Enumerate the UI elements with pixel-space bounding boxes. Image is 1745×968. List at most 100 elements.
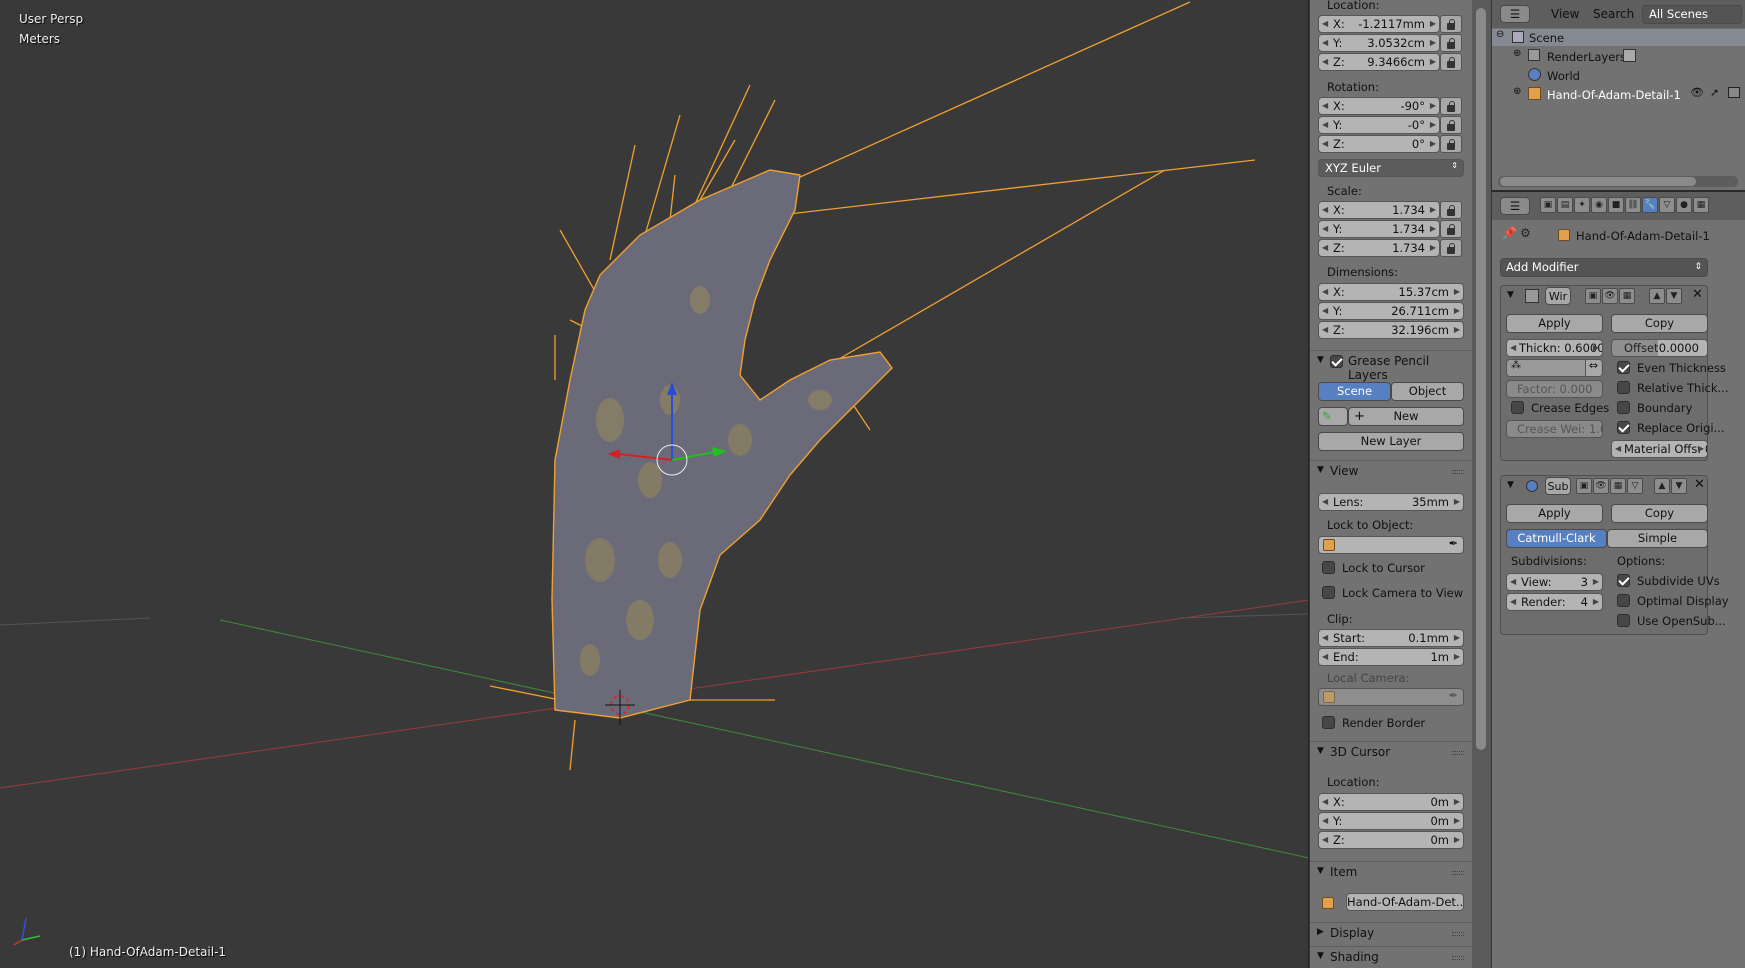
- scrollbar-thumb[interactable]: [1500, 177, 1696, 186]
- move-up-icon[interactable]: ▲: [1649, 288, 1665, 304]
- simple-tab[interactable]: Simple: [1607, 529, 1708, 548]
- shading-panel-header[interactable]: ▼ Shading: [1310, 946, 1472, 968]
- outliner-row-world[interactable]: World: [1492, 66, 1745, 84]
- relative-thickness-checkbox[interactable]: [1617, 381, 1630, 394]
- lock-icon[interactable]: [1440, 116, 1462, 134]
- scale-y-field[interactable]: ◀ Y: 1.734 ▶: [1318, 220, 1440, 238]
- eyedropper-icon[interactable]: ✒: [1449, 537, 1458, 550]
- data-tab-icon[interactable]: ▽: [1659, 197, 1675, 213]
- lock-icon[interactable]: [1440, 34, 1462, 52]
- item-panel-header[interactable]: ▼ Item: [1310, 861, 1472, 883]
- lock-camera-checkbox[interactable]: [1322, 586, 1335, 599]
- optimal-display-checkbox[interactable]: [1617, 594, 1630, 607]
- scene-filter-select[interactable]: All Scenes: [1642, 5, 1742, 24]
- eye-icon[interactable]: 👁: [1602, 288, 1618, 304]
- lock-icon[interactable]: [1440, 220, 1462, 238]
- scale-z-field[interactable]: ◀ Z: 1.734 ▶: [1318, 239, 1440, 257]
- pencil-icon[interactable]: ✎: [1318, 407, 1348, 426]
- lock-icon[interactable]: [1440, 97, 1462, 115]
- modifier-name-field[interactable]: Sub: [1545, 477, 1571, 495]
- copy-button[interactable]: Copy: [1611, 314, 1708, 333]
- location-y-field[interactable]: ◀ Y: 3.0532cm ▶: [1318, 34, 1440, 52]
- lock-icon[interactable]: [1440, 201, 1462, 219]
- lock-object-field[interactable]: ✒: [1318, 536, 1464, 554]
- add-modifier-select[interactable]: Add Modifier ⇕: [1500, 258, 1708, 277]
- eye-icon[interactable]: 👁: [1593, 478, 1609, 494]
- scene-tab-icon[interactable]: ✦: [1574, 197, 1590, 213]
- constraints-tab-icon[interactable]: ⛓: [1625, 197, 1641, 213]
- view-panel-header[interactable]: ▼ View: [1310, 460, 1472, 482]
- subdiv-render-field[interactable]: ◀ Render: 4 ▶: [1506, 593, 1603, 611]
- scrollbar-thumb[interactable]: [1476, 8, 1486, 750]
- modifier-name-field[interactable]: Wir: [1545, 287, 1571, 305]
- expand-icon[interactable]: ⊕: [1513, 86, 1521, 97]
- editor-type-icon[interactable]: ☰: [1500, 197, 1530, 215]
- eye-icon[interactable]: 👁: [1690, 86, 1704, 99]
- collapse-triangle-icon[interactable]: ▼: [1507, 480, 1514, 490]
- object-tab-icon[interactable]: ■: [1608, 197, 1624, 213]
- drag-grip-icon[interactable]: [1452, 871, 1464, 875]
- editor-type-icon[interactable]: ☰: [1500, 5, 1530, 23]
- move-down-icon[interactable]: ▼: [1666, 288, 1682, 304]
- camera-render-icon[interactable]: ▣: [1585, 288, 1601, 304]
- outliner-row-renderlayers[interactable]: ⊕ RenderLayers: [1492, 47, 1745, 65]
- lock-icon[interactable]: [1440, 53, 1462, 71]
- rotation-mode-select[interactable]: XYZ Euler ⇕: [1318, 159, 1464, 177]
- offset-field[interactable]: Offset: 0.0000: [1611, 339, 1708, 357]
- tab-scene[interactable]: Scene: [1318, 382, 1391, 401]
- texture-tab-icon[interactable]: ▦: [1693, 197, 1709, 213]
- collapse-icon[interactable]: ⊖: [1496, 29, 1504, 40]
- render-border-checkbox[interactable]: [1322, 716, 1335, 729]
- render-tab-icon[interactable]: ▣: [1540, 197, 1556, 213]
- copy-button[interactable]: Copy: [1611, 504, 1708, 523]
- lock-icon[interactable]: [1440, 239, 1462, 257]
- apply-button[interactable]: Apply: [1506, 504, 1603, 523]
- collapse-triangle-icon[interactable]: ▼: [1507, 290, 1514, 300]
- cursor-z-field[interactable]: ◀ Z: 0m ▶: [1318, 831, 1464, 849]
- lock-icon[interactable]: [1440, 135, 1462, 153]
- renderlayers-tab-icon[interactable]: ▤: [1557, 197, 1573, 213]
- catmull-clark-tab[interactable]: Catmull-Clark: [1506, 529, 1607, 548]
- outliner-row-object[interactable]: ⊕ Hand-Of-Adam-Detail-1 👁 ➚: [1492, 85, 1745, 103]
- rotation-y-field[interactable]: ◀ Y: -0° ▶: [1318, 116, 1440, 134]
- subdivide-uvs-checkbox[interactable]: [1617, 574, 1630, 587]
- scale-x-field[interactable]: ◀ X: 1.734 ▶: [1318, 201, 1440, 219]
- clip-end-field[interactable]: ◀ End: 1m ▶: [1318, 648, 1464, 666]
- camera-render-icon[interactable]: ▣: [1576, 478, 1592, 494]
- cursor-x-field[interactable]: ◀ X: 0m ▶: [1318, 793, 1464, 811]
- boundary-checkbox[interactable]: [1617, 401, 1630, 414]
- move-down-icon[interactable]: ▼: [1671, 478, 1687, 494]
- cursor-arrow-icon[interactable]: ➚: [1710, 86, 1719, 99]
- move-up-icon[interactable]: ▲: [1654, 478, 1670, 494]
- replace-original-checkbox[interactable]: [1617, 421, 1630, 434]
- dimension-z-field[interactable]: ◀ Z: 32.196cm ▶: [1318, 321, 1464, 339]
- lock-icon[interactable]: [1440, 15, 1462, 33]
- new-layer-button[interactable]: New Layer: [1318, 432, 1464, 451]
- vertex-group-field[interactable]: ⁂ ⇔: [1506, 359, 1603, 377]
- close-icon[interactable]: ✕: [1692, 287, 1703, 302]
- dimension-y-field[interactable]: ◀ Y: 26.711cm ▶: [1318, 302, 1464, 320]
- pin-icon[interactable]: 📌: [1502, 226, 1517, 240]
- menu-view[interactable]: View: [1551, 7, 1579, 21]
- cursor-y-field[interactable]: ◀ Y: 0m ▶: [1318, 812, 1464, 830]
- material-offset-field[interactable]: ◀ Material Offs: 0 ▶: [1611, 440, 1708, 458]
- dimension-x-field[interactable]: ◀ X: 15.37cm ▶: [1318, 283, 1464, 301]
- drag-grip-icon[interactable]: [1452, 932, 1464, 936]
- crease-weight-field[interactable]: Crease Wei: 1.0: [1506, 420, 1603, 438]
- editmode-icon[interactable]: ▦: [1619, 288, 1635, 304]
- camera-icon[interactable]: [1728, 87, 1740, 98]
- crease-edges-checkbox[interactable]: [1511, 401, 1524, 414]
- thickness-field[interactable]: ◀ Thickn: 0.6000 ▶: [1506, 339, 1603, 357]
- outliner-row-scene[interactable]: ⊖ Scene: [1492, 29, 1745, 46]
- menu-search[interactable]: Search: [1593, 7, 1634, 21]
- new-grease-button[interactable]: + New: [1348, 407, 1464, 426]
- local-camera-field[interactable]: ✒: [1318, 688, 1464, 706]
- world-tab-icon[interactable]: ◉: [1591, 197, 1607, 213]
- clip-start-field[interactable]: ◀ Start: 0.1mm ▶: [1318, 629, 1464, 647]
- cursor-panel-header[interactable]: ▼ 3D Cursor: [1310, 741, 1472, 763]
- grease-pencil-header[interactable]: ▼ Grease Pencil Layers: [1310, 350, 1472, 382]
- grease-pencil-checkbox[interactable]: [1330, 355, 1343, 368]
- shelf-scrollbar[interactable]: [1472, 0, 1491, 968]
- drag-grip-icon[interactable]: [1452, 751, 1464, 755]
- lens-field[interactable]: ◀ Lens: 35mm ▶: [1318, 493, 1464, 511]
